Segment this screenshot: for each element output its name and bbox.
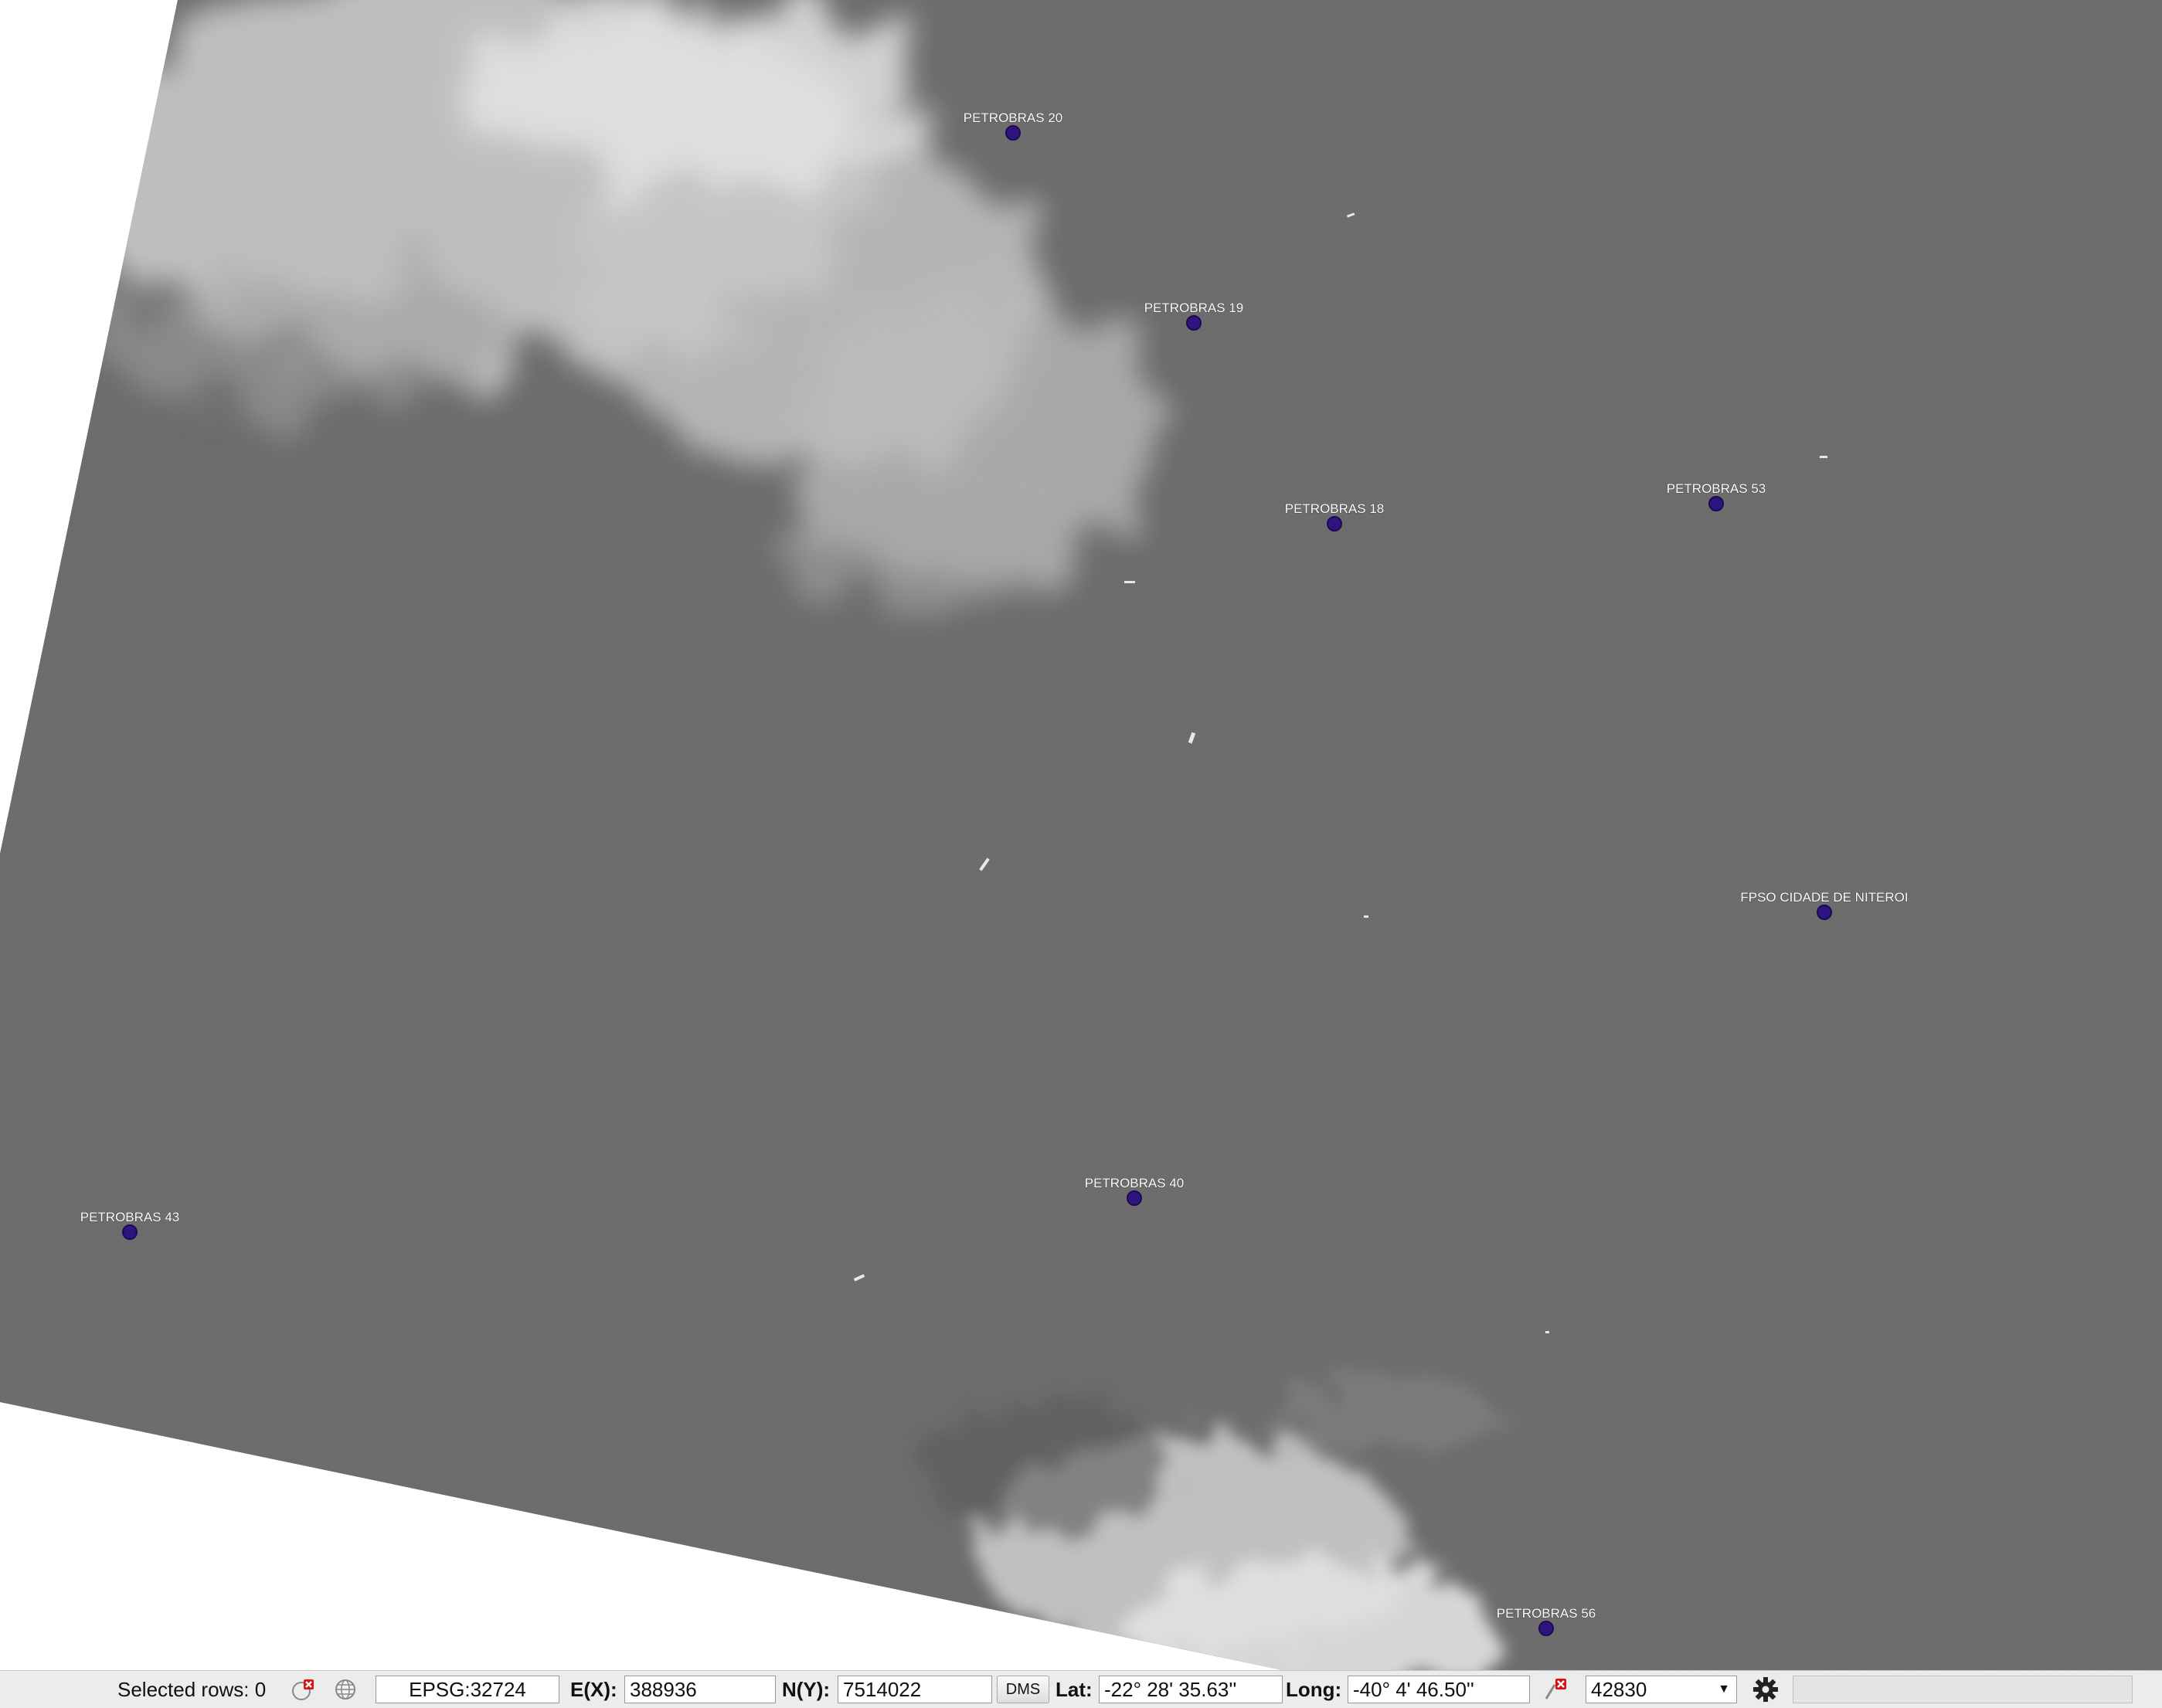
easting-field[interactable]: 388936 [624, 1676, 776, 1703]
marker-dot[interactable] [1127, 1190, 1142, 1206]
marker-label: PETROBRAS 18 [1285, 501, 1385, 516]
marker-dot[interactable] [1538, 1621, 1554, 1636]
marker-label: PETROBRAS 20 [964, 110, 1063, 125]
clear-selection-icon [292, 1679, 314, 1700]
dms-button-label: DMS [1005, 1680, 1041, 1698]
crs-field[interactable]: EPSG:32724 [376, 1676, 559, 1703]
gear-icon [1753, 1677, 1778, 1702]
marker-label: PETROBRAS 40 [1085, 1176, 1185, 1190]
marker-label: PETROBRAS 56 [1497, 1606, 1596, 1621]
northing-label: N(Y): [782, 1678, 831, 1701]
marker-dot[interactable] [1005, 125, 1021, 141]
marker-label: FPSO CIDADE DE NITEROI [1740, 890, 1908, 905]
latitude-label: Lat: [1056, 1678, 1093, 1701]
marker-dot[interactable] [1817, 905, 1832, 920]
clear-scale-icon [1545, 1679, 1566, 1700]
northing-field[interactable]: 7514022 [838, 1676, 992, 1703]
clear-selection-button[interactable] [287, 1676, 318, 1703]
settings-button[interactable] [1748, 1676, 1783, 1703]
marker-label: PETROBRAS 43 [80, 1210, 180, 1224]
clear-scale-button[interactable] [1539, 1676, 1572, 1703]
globe-icon [335, 1679, 355, 1700]
selected-rows-label: Selected rows: 0 [117, 1678, 267, 1701]
marker-label: PETROBRAS 53 [1667, 481, 1766, 496]
marker-label: PETROBRAS 19 [1144, 301, 1244, 315]
marker-dot[interactable] [1186, 315, 1202, 331]
longitude-field[interactable]: -40° 4' 46.50'' [1348, 1676, 1530, 1703]
satellite-image: PETROBRAS 20 PETROBRAS 19 PETROBRAS 18 PETR… [0, 0, 2162, 1670]
scale-value: 42830 [1591, 1678, 1647, 1701]
marker-dot[interactable] [122, 1224, 138, 1240]
marker-dot[interactable] [1327, 516, 1342, 531]
progress-area [1793, 1676, 2133, 1703]
chevron-down-icon[interactable]: ▼ [1715, 1676, 1733, 1703]
latitude-field[interactable]: -22° 28' 35.63'' [1099, 1676, 1283, 1703]
easting-label: E(X): [570, 1678, 617, 1701]
status-bar: Selected rows: 0 EPSG:32724 E(X): 388936… [0, 1670, 2162, 1708]
longitude-label: Long: [1286, 1678, 1342, 1701]
marker-dot[interactable] [1708, 496, 1724, 511]
dms-toggle-button[interactable]: DMS [997, 1676, 1049, 1703]
globe-button[interactable] [330, 1676, 361, 1703]
scale-combobox[interactable]: 42830 ▼ [1586, 1676, 1737, 1703]
map-canvas[interactable]: PETROBRAS 20 PETROBRAS 19 PETROBRAS 18 PETR… [0, 0, 2162, 1670]
